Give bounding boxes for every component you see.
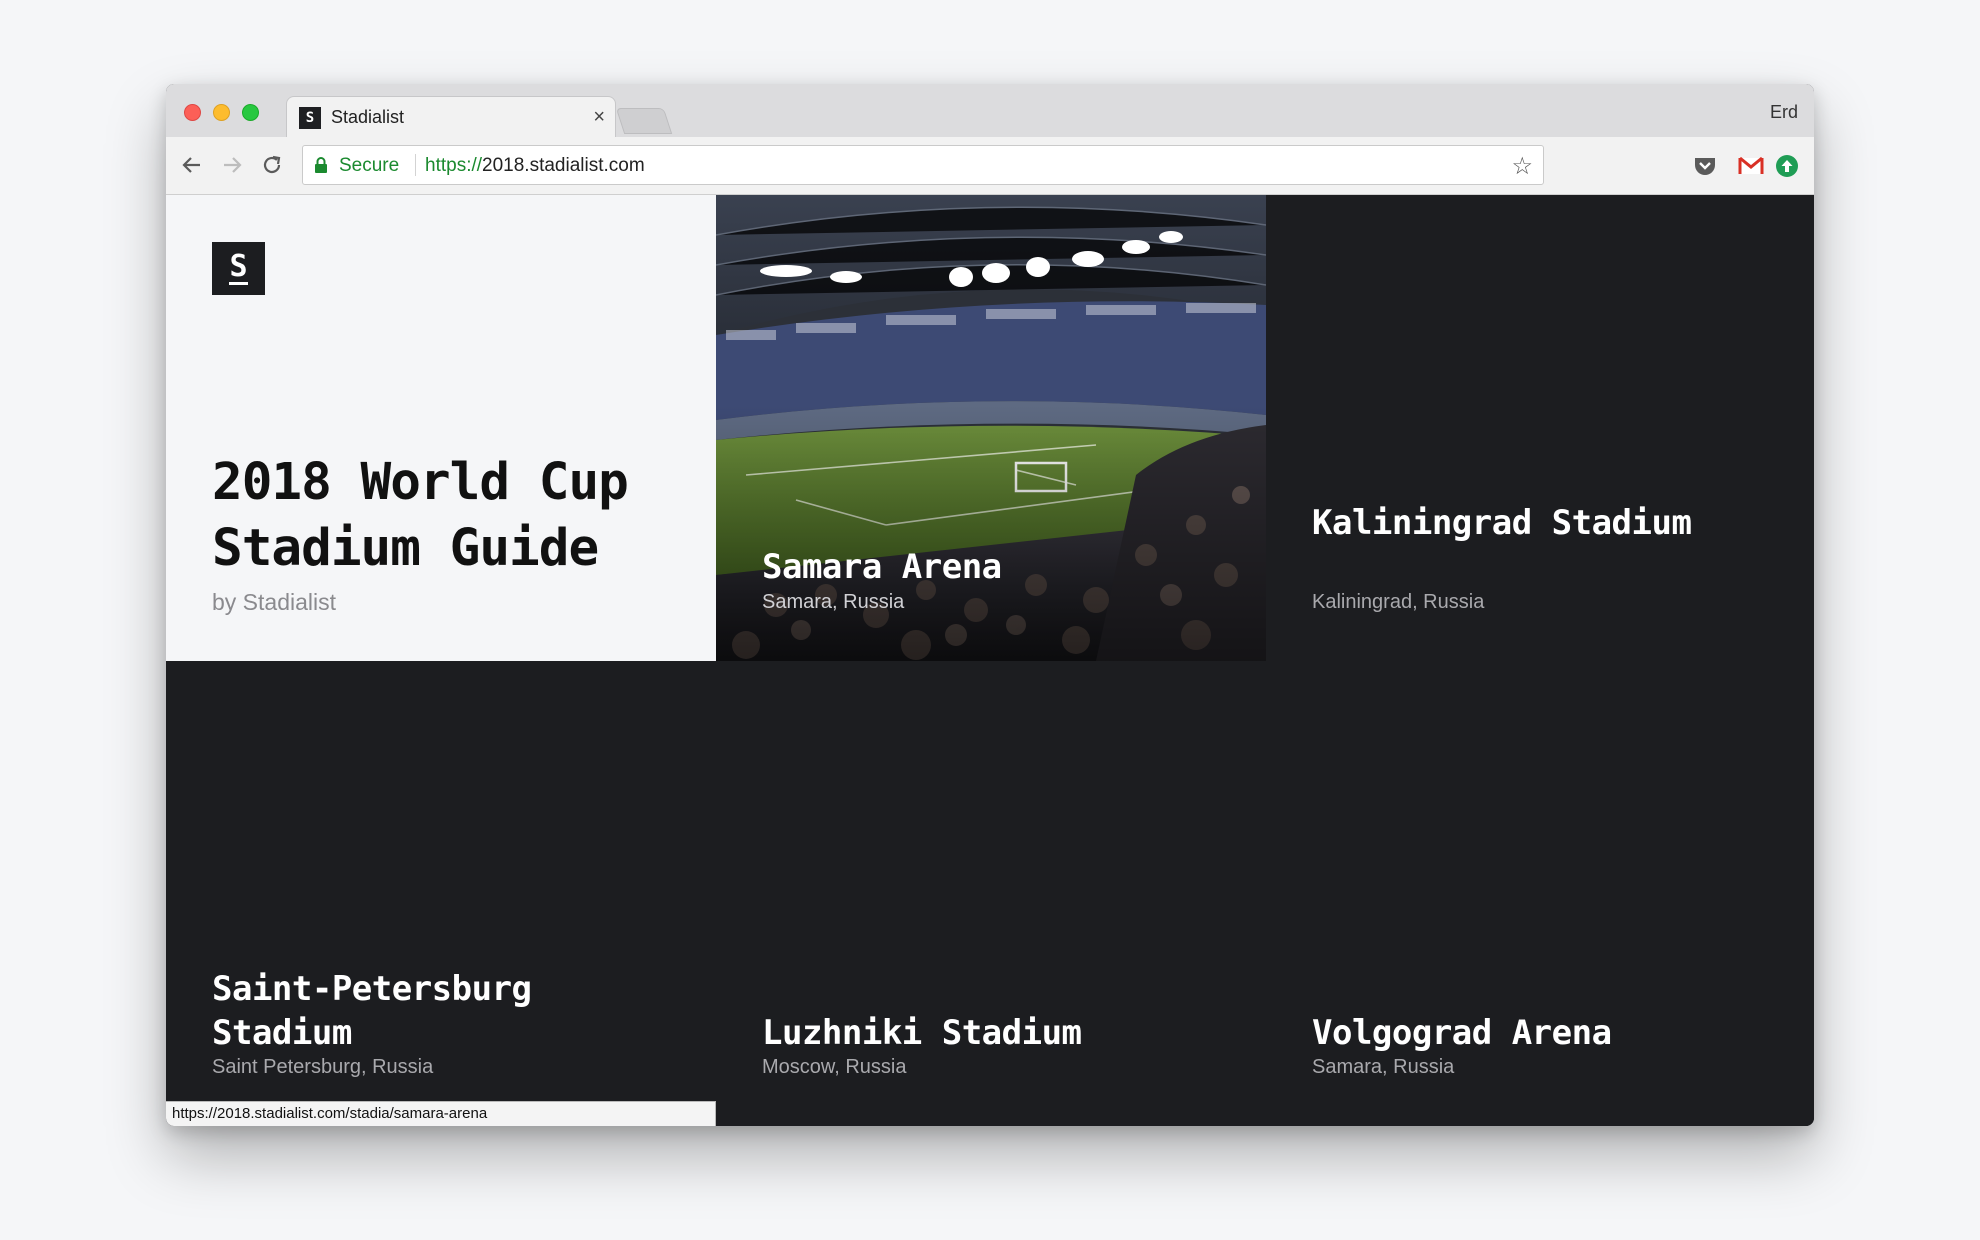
link-status-bar: https://2018.stadialist.com/stadia/samar…: [166, 1101, 716, 1126]
stadium-location: Saint Petersburg, Russia: [212, 1056, 434, 1078]
tab-stadialist[interactable]: S Stadialist ×: [286, 96, 616, 138]
bookmark-star-icon[interactable]: ☆: [1511, 152, 1533, 181]
forward-arrow-icon[interactable]: [218, 151, 246, 179]
browser-toolbar: Secure https://2018.stadialist.com ☆: [166, 137, 1814, 195]
stadialist-logo[interactable]: S: [212, 242, 265, 295]
stadium-card-luzhniki-stadium[interactable]: Luzhniki Stadium Moscow, Russia: [716, 661, 1266, 1126]
address-divider: [415, 154, 416, 176]
tab-title: Stadialist: [331, 107, 405, 127]
logo-letter: S: [229, 249, 248, 285]
stadium-card-samara-arena[interactable]: Samara Arena Samara, Russia: [716, 195, 1266, 661]
stadium-card-kaliningrad-stadium[interactable]: Kaliningrad Stadium Kaliningrad, Russia: [1266, 195, 1814, 661]
close-tab-icon[interactable]: ×: [593, 105, 605, 129]
stadium-location: Samara, Russia: [762, 591, 905, 613]
gmail-icon[interactable]: [1738, 153, 1764, 179]
lock-icon: [315, 157, 327, 173]
url-text: https://2018.stadialist.com: [425, 155, 645, 177]
profile-button[interactable]: Erd: [1770, 102, 1798, 123]
stadium-name: Volgograd Arena: [1312, 1013, 1612, 1053]
url-host: 2018.stadialist.com: [482, 155, 645, 176]
close-window-button[interactable]: [184, 104, 201, 121]
stadium-card-saint-petersburg-stadium[interactable]: Saint-Petersburg Stadium Saint Petersbur…: [166, 661, 716, 1126]
stadium-name: Kaliningrad Stadium: [1312, 503, 1692, 543]
stadium-location: Kaliningrad, Russia: [1312, 591, 1485, 613]
pocket-icon[interactable]: [1692, 153, 1718, 179]
stadium-name: Luzhniki Stadium: [762, 1013, 1082, 1053]
browser-window: S Stadialist × Erd Secure https://2018.s…: [166, 84, 1814, 1126]
address-bar[interactable]: Secure https://2018.stadialist.com ☆: [302, 145, 1544, 185]
hero-panel: S 2018 World Cup Stadium Guide by Stadia…: [166, 195, 716, 661]
stadium-location: Samara, Russia: [1312, 1056, 1455, 1078]
page-content: S 2018 World Cup Stadium Guide by Stadia…: [166, 195, 1814, 1126]
stadium-location: Moscow, Russia: [762, 1056, 907, 1078]
url-scheme: https://: [425, 155, 483, 176]
stadium-name: Saint-Petersburg Stadium: [212, 969, 532, 1053]
tab-strip: S Stadialist × Erd: [166, 84, 1814, 138]
page-title: 2018 World Cup Stadium Guide: [212, 453, 629, 578]
stadium-name: Samara Arena: [762, 547, 1002, 587]
byline: by Stadialist: [212, 589, 337, 615]
secure-label: Secure: [339, 155, 400, 176]
favicon-icon: S: [299, 107, 321, 129]
minimize-window-button[interactable]: [213, 104, 230, 121]
back-arrow-icon[interactable]: [178, 151, 206, 179]
upload-extension-icon[interactable]: [1774, 153, 1800, 179]
reload-icon[interactable]: [258, 151, 286, 179]
new-tab-button[interactable]: [615, 108, 673, 134]
stadium-card-volgograd-arena[interactable]: Volgograd Arena Samara, Russia: [1266, 661, 1814, 1126]
maximize-window-button[interactable]: [242, 104, 259, 121]
